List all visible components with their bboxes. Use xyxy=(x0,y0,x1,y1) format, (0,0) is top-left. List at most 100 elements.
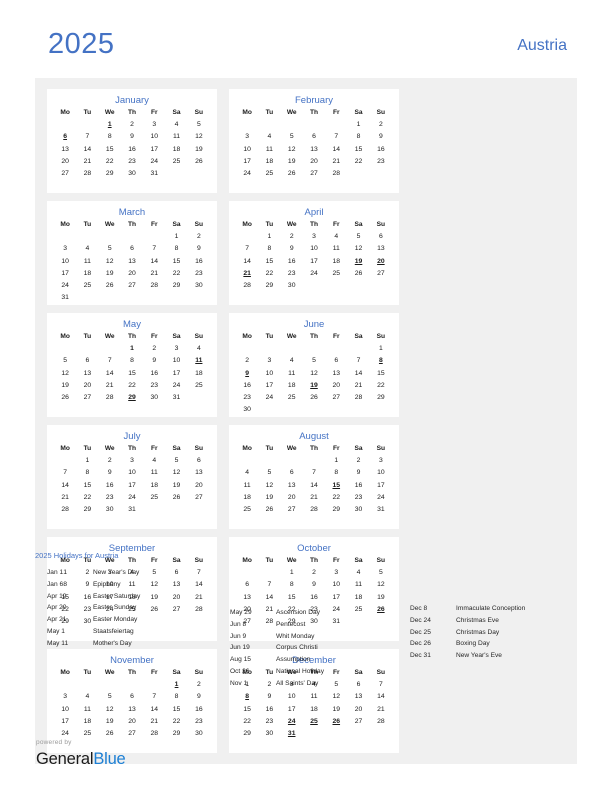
day-cell[interactable]: 21 xyxy=(303,492,325,504)
day-cell[interactable]: 10 xyxy=(258,368,280,380)
day-cell[interactable]: 30 xyxy=(281,280,303,292)
day-cell[interactable]: 16 xyxy=(258,704,280,716)
day-cell[interactable]: 24 xyxy=(143,156,165,168)
day-cell[interactable]: 30 xyxy=(258,728,280,740)
day-cell[interactable]: 14 xyxy=(76,144,98,156)
day-cell[interactable]: 12 xyxy=(99,704,121,716)
day-cell[interactable]: 3 xyxy=(303,232,325,244)
day-cell[interactable]: 28 xyxy=(370,716,392,728)
day-cell[interactable]: 24 xyxy=(236,168,258,180)
day-cell[interactable]: 26 xyxy=(303,392,325,404)
day-cell[interactable]: 22 xyxy=(347,156,369,168)
day-cell[interactable]: 6 xyxy=(303,132,325,144)
day-cell[interactable]: 7 xyxy=(143,692,165,704)
day-cell[interactable]: 18 xyxy=(165,144,187,156)
day-cell[interactable]: 28 xyxy=(54,504,76,516)
day-cell[interactable]: 17 xyxy=(236,156,258,168)
day-cell[interactable]: 30 xyxy=(236,404,258,416)
day-cell[interactable]: 6 xyxy=(76,356,98,368)
day-cell[interactable]: 12 xyxy=(347,244,369,256)
day-cell[interactable]: 15 xyxy=(258,256,280,268)
day-cell[interactable]: 26 xyxy=(281,168,303,180)
day-cell[interactable]: 14 xyxy=(143,704,165,716)
day-cell[interactable]: 1 xyxy=(76,456,98,468)
day-cell[interactable]: 9 xyxy=(370,132,392,144)
day-cell[interactable]: 30 xyxy=(188,280,210,292)
day-cell[interactable]: 8 xyxy=(165,244,187,256)
day-cell[interactable]: 15 xyxy=(165,704,187,716)
day-cell[interactable]: 14 xyxy=(347,368,369,380)
day-cell[interactable]: 30 xyxy=(99,504,121,516)
day-cell[interactable]: 15 xyxy=(236,704,258,716)
day-cell[interactable]: 11 xyxy=(76,256,98,268)
day-cell[interactable]: 13 xyxy=(121,256,143,268)
day-cell[interactable]: 9 xyxy=(347,468,369,480)
day-cell[interactable]: 22 xyxy=(121,380,143,392)
day-cell[interactable]: 28 xyxy=(303,504,325,516)
day-cell[interactable]: 23 xyxy=(281,268,303,280)
day-cell[interactable]: 6 xyxy=(121,244,143,256)
day-cell[interactable]: 20 xyxy=(303,156,325,168)
day-cell[interactable]: 28 xyxy=(143,728,165,740)
day-cell[interactable]: 5 xyxy=(99,244,121,256)
day-cell[interactable]: 20 xyxy=(121,268,143,280)
day-cell[interactable]: 12 xyxy=(303,368,325,380)
day-cell[interactable]: 15 xyxy=(121,368,143,380)
day-cell[interactable]: 9 xyxy=(258,692,280,704)
day-cell[interactable]: 28 xyxy=(347,392,369,404)
day-cell[interactable]: 26 xyxy=(99,280,121,292)
day-cell[interactable]: 7 xyxy=(99,356,121,368)
day-cell[interactable]: 10 xyxy=(165,356,187,368)
day-cell[interactable]: 27 xyxy=(121,728,143,740)
day-cell[interactable]: 13 xyxy=(76,368,98,380)
day-cell[interactable]: 17 xyxy=(54,716,76,728)
day-cell[interactable]: 17 xyxy=(165,368,187,380)
day-cell-holiday[interactable]: 1 xyxy=(121,344,143,356)
day-cell[interactable]: 5 xyxy=(99,692,121,704)
day-cell[interactable]: 12 xyxy=(165,468,187,480)
day-cell[interactable]: 15 xyxy=(165,256,187,268)
day-cell[interactable]: 30 xyxy=(188,728,210,740)
day-cell[interactable]: 4 xyxy=(325,232,347,244)
day-cell[interactable]: 14 xyxy=(236,256,258,268)
day-cell[interactable]: 27 xyxy=(347,716,369,728)
day-cell[interactable]: 18 xyxy=(281,380,303,392)
day-cell[interactable]: 21 xyxy=(347,380,369,392)
day-cell[interactable]: 27 xyxy=(325,392,347,404)
day-cell[interactable]: 11 xyxy=(281,368,303,380)
day-cell[interactable]: 30 xyxy=(347,504,369,516)
day-cell[interactable]: 19 xyxy=(258,492,280,504)
day-cell-holiday[interactable]: 21 xyxy=(236,268,258,280)
day-cell[interactable]: 27 xyxy=(281,504,303,516)
day-cell[interactable]: 15 xyxy=(370,368,392,380)
day-cell[interactable]: 20 xyxy=(54,156,76,168)
day-cell-holiday[interactable]: 6 xyxy=(54,132,76,144)
day-cell[interactable]: 26 xyxy=(258,504,280,516)
day-cell[interactable]: 15 xyxy=(99,144,121,156)
day-cell[interactable]: 26 xyxy=(54,392,76,404)
day-cell[interactable]: 27 xyxy=(76,392,98,404)
day-cell[interactable]: 12 xyxy=(188,132,210,144)
day-cell[interactable]: 13 xyxy=(347,692,369,704)
day-cell[interactable]: 19 xyxy=(188,144,210,156)
day-cell[interactable]: 21 xyxy=(76,156,98,168)
day-cell[interactable]: 17 xyxy=(54,268,76,280)
day-cell[interactable]: 4 xyxy=(76,692,98,704)
day-cell[interactable]: 8 xyxy=(347,132,369,144)
day-cell[interactable]: 13 xyxy=(54,144,76,156)
day-cell[interactable]: 13 xyxy=(303,144,325,156)
day-cell[interactable]: 24 xyxy=(258,392,280,404)
day-cell[interactable]: 29 xyxy=(99,168,121,180)
day-cell[interactable]: 22 xyxy=(258,268,280,280)
day-cell[interactable]: 11 xyxy=(143,468,165,480)
day-cell[interactable]: 22 xyxy=(99,156,121,168)
day-cell[interactable]: 23 xyxy=(188,716,210,728)
day-cell[interactable]: 11 xyxy=(258,144,280,156)
day-cell[interactable]: 1 xyxy=(165,232,187,244)
day-cell[interactable]: 17 xyxy=(121,480,143,492)
day-cell[interactable]: 30 xyxy=(143,392,165,404)
day-cell[interactable]: 9 xyxy=(188,692,210,704)
day-cell[interactable]: 3 xyxy=(54,692,76,704)
day-cell[interactable]: 19 xyxy=(99,716,121,728)
day-cell[interactable]: 26 xyxy=(99,728,121,740)
